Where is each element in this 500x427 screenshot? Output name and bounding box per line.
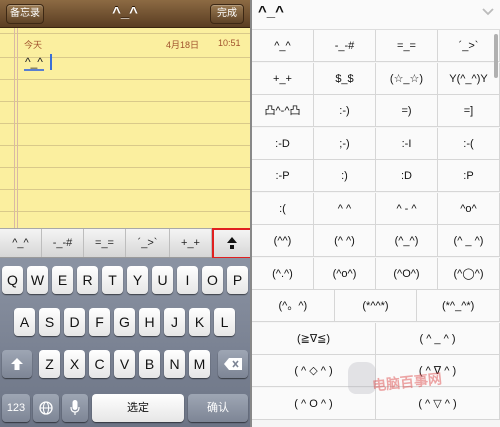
key-q[interactable]: Q <box>2 266 23 294</box>
text-cursor <box>50 54 52 70</box>
key-z[interactable]: Z <box>39 350 60 378</box>
emoticon-cell[interactable]: (^ _ ^) <box>438 225 500 257</box>
picker-title: ^_^ <box>258 3 284 20</box>
emoticon-cell[interactable]: ^ ^ <box>314 192 376 225</box>
numbers-key[interactable]: 123 <box>2 394 30 422</box>
key-w[interactable]: W <box>27 266 48 294</box>
key-f[interactable]: F <box>89 308 110 336</box>
emoticon-cell[interactable]: ^o^ <box>438 192 500 225</box>
note-body-text[interactable]: ^_^ <box>24 55 44 71</box>
key-r[interactable]: R <box>77 266 98 294</box>
navigation-bar: 备忘录 ^_^ 完成 <box>0 0 250 28</box>
emoticon-cell[interactable]: ( ^ _ ^ ) <box>376 322 500 355</box>
emoticon-cell[interactable]: :( <box>252 192 314 225</box>
key-h[interactable]: H <box>139 308 160 336</box>
emoticon-cell[interactable]: (*^^*) <box>334 290 418 322</box>
key-v[interactable]: V <box>114 350 135 378</box>
key-i[interactable]: I <box>177 266 198 294</box>
microphone-key[interactable] <box>62 394 88 422</box>
emoticon-cell[interactable]: :-P <box>252 160 314 192</box>
keyboard: Q W E R T Y U I O P A S D F G H J K L Z … <box>0 258 250 427</box>
emoticon-cell[interactable]: :) <box>314 160 376 192</box>
expand-arrow-icon <box>227 237 237 249</box>
paper-margin-line <box>17 28 18 228</box>
emoticon-cell[interactable]: Y(^_^)Y <box>438 62 500 95</box>
key-a[interactable]: A <box>14 308 35 336</box>
emoticon-cell[interactable]: =] <box>438 95 500 127</box>
candidate-item[interactable]: ^_^ <box>0 229 42 257</box>
key-d[interactable]: D <box>64 308 85 336</box>
key-c[interactable]: C <box>89 350 110 378</box>
emoticon-cell[interactable]: (^^) <box>252 225 314 257</box>
scrollbar[interactable] <box>494 34 498 78</box>
candidate-item[interactable]: -_-# <box>42 229 84 257</box>
key-y[interactable]: Y <box>127 266 148 294</box>
key-p[interactable]: P <box>227 266 248 294</box>
emoticon-cell[interactable]: ´_>` <box>438 30 500 62</box>
note-date-label: 今天 <box>24 40 43 50</box>
key-n[interactable]: N <box>164 350 185 378</box>
key-b[interactable]: B <box>139 350 160 378</box>
emoticon-cell[interactable]: (☆_☆) <box>376 62 438 95</box>
emoticon-cell[interactable]: $_$ <box>314 62 376 95</box>
emoticon-cell[interactable]: (^.^) <box>252 257 314 290</box>
confirm-key[interactable]: 确认 <box>188 394 248 422</box>
paper-margin-line <box>14 28 15 228</box>
globe-icon <box>39 401 53 415</box>
emoticon-cell[interactable]: ;-) <box>314 127 376 160</box>
emoticon-cell[interactable]: (≧∇≦) <box>252 322 376 355</box>
emoticon-cell[interactable]: (*^_^*) <box>417 290 500 322</box>
emoticon-cell[interactable]: :P <box>438 160 500 192</box>
emoticon-cell[interactable]: 凸^-^凸 <box>252 95 314 127</box>
emoticon-cell[interactable]: =) <box>376 95 438 127</box>
key-m[interactable]: M <box>189 350 210 378</box>
emoticon-cell[interactable]: (^O^) <box>376 257 438 290</box>
emoticon-cell[interactable]: =_= <box>376 30 438 62</box>
chevron-down-icon[interactable] <box>482 8 494 16</box>
done-button[interactable]: 完成 <box>210 4 244 24</box>
key-t[interactable]: T <box>102 266 123 294</box>
globe-key[interactable] <box>33 394 59 422</box>
picker-header: ^_^ <box>252 0 500 30</box>
emoticon-cell[interactable]: -_-# <box>314 30 376 62</box>
candidate-item[interactable]: +_+ <box>170 229 212 257</box>
key-s[interactable]: S <box>39 308 60 336</box>
key-x[interactable]: X <box>64 350 85 378</box>
emoticon-cell[interactable]: (^_^) <box>376 225 438 257</box>
shift-key[interactable] <box>2 350 32 378</box>
emoticon-cell[interactable]: (^o^) <box>314 257 376 290</box>
emoticon-cell[interactable]: :D <box>376 160 438 192</box>
note-day-label: 4月18日 <box>166 40 200 50</box>
backspace-icon <box>224 358 242 370</box>
key-l[interactable]: L <box>214 308 235 336</box>
key-o[interactable]: O <box>202 266 223 294</box>
expand-candidates-button[interactable] <box>212 228 250 259</box>
key-j[interactable]: J <box>164 308 185 336</box>
microphone-icon <box>70 400 80 415</box>
candidate-item[interactable]: =_= <box>84 229 126 257</box>
emoticon-cell[interactable]: ^ - ^ <box>376 192 438 225</box>
emoticon-cell[interactable]: (^◯^) <box>438 257 500 290</box>
emoticon-cell[interactable]: (^。^) <box>252 290 335 322</box>
notes-app-panel: 备忘录 ^_^ 完成 今天 4月18日 10:51 ^_^ ^_^ -_-# =… <box>0 0 250 427</box>
emoticon-cell[interactable]: ^_^ <box>252 30 314 62</box>
delete-key[interactable] <box>218 350 248 378</box>
note-time-label: 10:51 <box>218 38 241 48</box>
emoticon-cell[interactable]: :-) <box>314 95 376 127</box>
emoticon-cell[interactable]: (^ ^) <box>314 225 376 257</box>
key-e[interactable]: E <box>52 266 73 294</box>
key-k[interactable]: K <box>189 308 210 336</box>
shift-arrow-icon <box>11 358 23 370</box>
emoticon-cell[interactable]: :-I <box>376 127 438 160</box>
space-key[interactable]: 选定 <box>92 394 184 422</box>
emoticon-picker-panel: ^_^ ^_^ -_-# =_= ´_>` +_+ $_$ (☆_☆) Y(^_^)Y 凸^-^… <box>252 0 500 427</box>
candidate-item[interactable]: ´_>` <box>126 229 170 257</box>
emoticon-cell[interactable]: :-( <box>438 127 500 160</box>
emoticon-cell[interactable]: :-D <box>252 127 314 160</box>
key-u[interactable]: U <box>152 266 173 294</box>
emoticon-cell[interactable]: +_+ <box>252 62 314 95</box>
key-g[interactable]: G <box>114 308 135 336</box>
